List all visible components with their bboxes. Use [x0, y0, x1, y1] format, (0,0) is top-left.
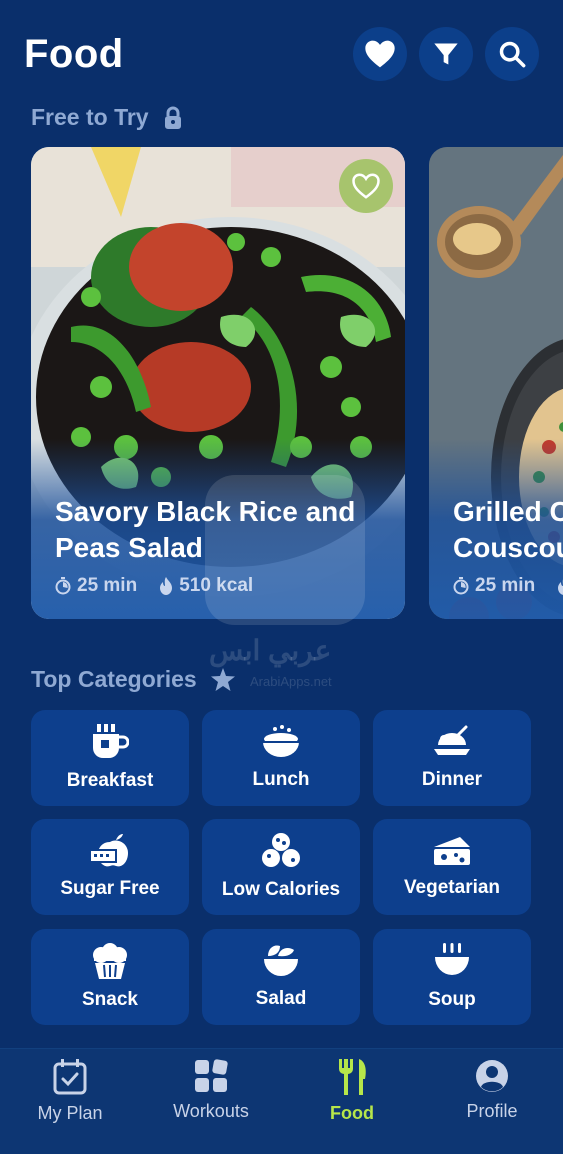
free-to-try-heading: Free to Try — [31, 104, 183, 131]
soup-icon — [435, 943, 469, 975]
cheese-icon — [434, 837, 470, 865]
category-snack[interactable]: Snack — [31, 929, 189, 1025]
recipe-meta: 25 min — [453, 575, 563, 597]
tab-profile[interactable]: Profile — [432, 1059, 552, 1122]
salad-icon — [264, 945, 298, 976]
category-low-calories[interactable]: Low Calories — [202, 819, 360, 915]
tab-my-plan[interactable]: My Plan — [10, 1059, 130, 1124]
top-categories-heading: Top Categories — [31, 666, 235, 693]
page-title: Food — [24, 32, 124, 76]
tab-food[interactable]: Food — [292, 1059, 412, 1124]
timer-icon — [55, 577, 71, 595]
category-vegetarian[interactable]: Vegetarian — [373, 819, 531, 915]
low-calories-icon — [262, 833, 300, 867]
recipe-time: 25 min — [77, 575, 138, 596]
filter-button[interactable] — [419, 27, 473, 81]
category-sugar-free[interactable]: Sugar Free — [31, 819, 189, 915]
timer-icon — [453, 577, 469, 595]
coffee-cup-icon — [93, 724, 129, 758]
header: Food — [0, 0, 563, 100]
cupcake-icon — [93, 943, 127, 979]
filter-icon — [434, 43, 458, 65]
category-salad[interactable]: Salad — [202, 929, 360, 1025]
person-icon — [476, 1060, 508, 1092]
favorites-button[interactable] — [353, 27, 407, 81]
lock-icon — [164, 106, 181, 129]
search-icon — [499, 41, 526, 68]
sugar-free-icon — [90, 834, 128, 867]
search-button[interactable] — [485, 27, 539, 81]
category-dinner[interactable]: Dinner — [373, 710, 531, 806]
fork-knife-icon — [339, 1059, 366, 1095]
flame-icon — [160, 577, 173, 595]
calendar-check-icon — [53, 1059, 87, 1095]
watermark-text: عربي ابس — [209, 635, 332, 666]
grid-icon — [195, 1059, 228, 1092]
dinner-plate-icon — [434, 725, 470, 755]
heart-outline-icon — [352, 173, 380, 199]
tab-workouts[interactable]: Workouts — [151, 1059, 271, 1122]
bowl-icon — [263, 725, 299, 757]
recipe-card[interactable]: Grilled C Couscou 25 min — [429, 147, 563, 619]
heart-icon — [365, 40, 395, 68]
recipe-time: 25 min — [475, 575, 536, 596]
category-breakfast[interactable]: Breakfast — [31, 710, 189, 806]
watermark-subtext: ArabiApps.net — [250, 674, 332, 689]
star-icon — [210, 668, 235, 691]
tab-bar: My Plan Workouts Food Profile — [0, 1048, 563, 1154]
category-soup[interactable]: Soup — [373, 929, 531, 1025]
recipe-title: Grilled C Couscou — [453, 496, 563, 563]
flame-icon — [558, 580, 563, 595]
category-lunch[interactable]: Lunch — [202, 710, 360, 806]
favorite-toggle[interactable] — [339, 159, 393, 213]
